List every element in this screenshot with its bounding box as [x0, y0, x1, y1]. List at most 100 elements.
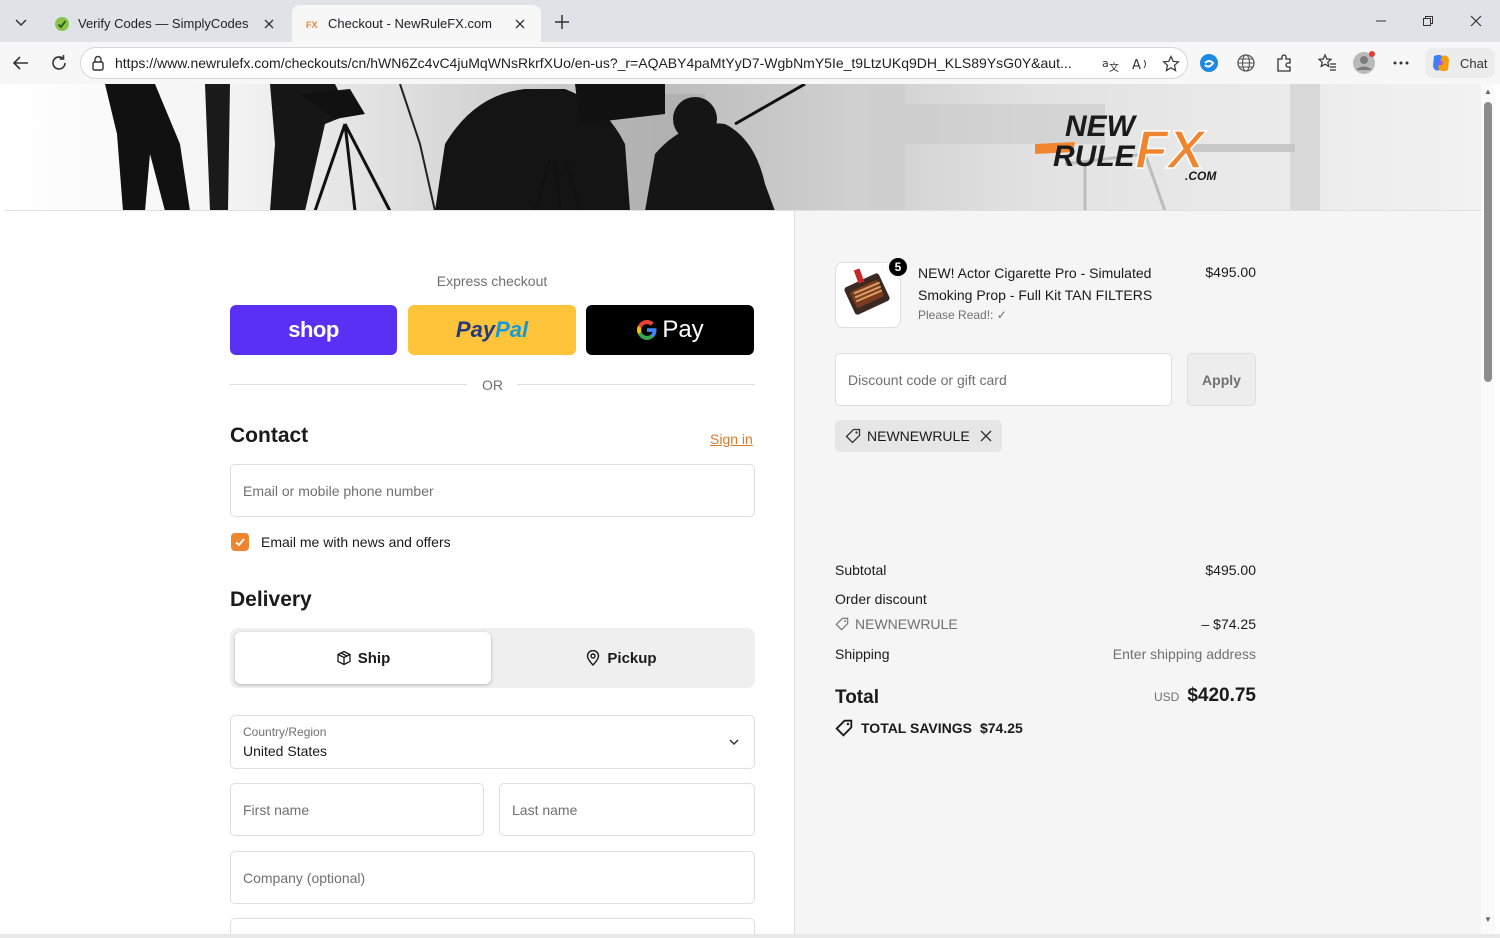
address-bar[interactable]: https://www.newrulefx.com/checkouts/cn/h…: [80, 47, 1188, 79]
last-name-placeholder: Last name: [512, 801, 578, 818]
logo-new: NEW: [1065, 110, 1138, 143]
email-field[interactable]: Email or mobile phone number: [230, 464, 755, 517]
pickup-option[interactable]: Pickup: [493, 632, 749, 684]
scroll-up-icon[interactable]: ▲: [1484, 88, 1492, 96]
discount-code-input[interactable]: Discount code or gift card: [835, 353, 1172, 406]
favorite-star-icon[interactable]: [1161, 54, 1181, 74]
order-discount-label: Order discount: [835, 591, 927, 607]
restore-icon: [1423, 16, 1433, 26]
svg-text:FX: FX: [306, 20, 318, 30]
translate-icon[interactable]: a文: [1101, 54, 1121, 74]
new-tab-button[interactable]: [548, 8, 576, 36]
svg-text:文: 文: [1109, 61, 1119, 73]
chevron-down-icon: [729, 739, 739, 746]
product-thumbnail: 5: [835, 256, 909, 328]
scroll-down-icon[interactable]: ▼: [1484, 916, 1492, 924]
lock-icon[interactable]: [81, 55, 115, 71]
country-select[interactable]: Country/Region United States: [230, 715, 755, 769]
delivery-heading: Delivery: [230, 588, 312, 611]
minimize-button[interactable]: [1358, 0, 1404, 42]
close-tab-icon[interactable]: [511, 15, 529, 33]
shop-pay-button[interactable]: shop: [230, 305, 397, 355]
discount-code-label: NEWNEWRULE: [855, 616, 958, 632]
read-aloud-icon[interactable]: A: [1131, 54, 1151, 74]
google-pay-button[interactable]: Pay: [586, 305, 754, 355]
newsletter-checkbox-row[interactable]: Email me with news and offers: [231, 533, 451, 551]
total-label: Total: [835, 687, 879, 708]
url-text[interactable]: https://www.newrulefx.com/checkouts/cn/h…: [115, 55, 1095, 71]
tab-title: Verify Codes — SimplyCodes: [78, 16, 249, 31]
close-tab-icon[interactable]: [260, 15, 278, 33]
or-divider: OR: [230, 375, 755, 395]
country-label: Country/Region: [243, 725, 327, 739]
last-name-field[interactable]: Last name: [499, 783, 755, 836]
order-discount-row: Order discount: [835, 591, 1256, 607]
refresh-button[interactable]: [45, 49, 73, 77]
apply-label: Apply: [1202, 371, 1241, 388]
logo-com: .COM: [1185, 169, 1217, 183]
or-label: OR: [482, 377, 503, 393]
close-icon: [1470, 15, 1482, 27]
more-menu-icon[interactable]: [1389, 51, 1413, 75]
savings-value: $74.25: [979, 720, 1023, 736]
favorites-icon[interactable]: [1315, 51, 1339, 75]
discount-placeholder: Discount code or gift card: [848, 371, 1007, 388]
discount-value: – $74.25: [1201, 616, 1257, 632]
newrulefx-logo[interactable]: NEW RULE FX .COM: [1035, 108, 1235, 188]
tab-title: Checkout - NewRuleFX.com: [328, 16, 492, 31]
subtotal-value: $495.00: [1205, 562, 1256, 578]
restore-button[interactable]: [1405, 0, 1451, 42]
back-arrow-icon: [12, 56, 28, 70]
sign-in-link[interactable]: Sign in: [710, 431, 753, 447]
google-pay-label: Pay: [662, 316, 704, 343]
profile-avatar-icon[interactable]: [1352, 51, 1376, 75]
checkmark-icon: [235, 538, 245, 547]
address-field[interactable]: [230, 918, 755, 934]
back-button[interactable]: [7, 49, 35, 77]
first-name-placeholder: First name: [243, 801, 310, 818]
email-placeholder: Email or mobile phone number: [243, 482, 434, 499]
google-g-icon: [637, 320, 657, 340]
shipping-row: Shipping Enter shipping address: [835, 646, 1256, 662]
total-savings-row: TOTAL SAVINGS $74.25: [835, 719, 1023, 737]
chevron-down-icon: [15, 19, 27, 27]
paypal-button[interactable]: Pay Pal: [408, 305, 576, 355]
checkout-form: Express checkout shop Pay Pal Pay OR Cont…: [5, 211, 795, 934]
plus-icon: [555, 15, 569, 29]
total-row: Total USD $420.75: [835, 685, 1256, 709]
tag-icon: [845, 428, 861, 444]
tag-icon: [835, 617, 849, 631]
first-name-field[interactable]: First name: [230, 783, 484, 836]
minimize-icon: [1376, 20, 1386, 22]
discount-code-row: NEWNEWRULE – $74.25: [835, 616, 1256, 632]
product-name: NEW! Actor Cigarette Pro - Simulated Smo…: [918, 265, 1153, 303]
copilot-chat-button[interactable]: Chat: [1425, 48, 1495, 78]
newrulefx-favicon-icon: FX: [305, 18, 319, 30]
tab-verify-codes[interactable]: Verify Codes — SimplyCodes: [42, 5, 290, 42]
close-window-button[interactable]: [1453, 0, 1499, 42]
ship-option[interactable]: Ship: [235, 632, 491, 684]
tag-icon: [835, 719, 853, 737]
product-price: $495.00: [1205, 264, 1256, 280]
newsletter-checkbox[interactable]: [231, 533, 249, 551]
paypal-label-pay: Pay: [455, 317, 496, 342]
scrollbar-thumb[interactable]: [1484, 102, 1492, 382]
simplycodes-extension-icon[interactable]: [1197, 51, 1221, 75]
globe-extension-icon[interactable]: [1234, 51, 1258, 75]
svg-text:a: a: [1102, 57, 1109, 70]
window-bottom-edge: [0, 934, 1500, 938]
film-crew-silhouette-image: [105, 84, 1320, 210]
tab-actions-menu[interactable]: [6, 7, 36, 37]
company-placeholder: Company (optional): [243, 869, 366, 886]
company-field[interactable]: Company (optional): [230, 851, 755, 904]
tab-checkout[interactable]: FX Checkout - NewRuleFX.com: [292, 5, 541, 42]
shipping-value: Enter shipping address: [1112, 646, 1256, 662]
remove-discount-icon[interactable]: [980, 430, 992, 442]
quantity-badge: 5: [887, 256, 909, 278]
apply-discount-button[interactable]: Apply: [1187, 353, 1256, 406]
savings-label: TOTAL SAVINGS: [861, 720, 972, 736]
product-variant: Please Read!: ✓: [918, 308, 1007, 322]
extensions-puzzle-icon[interactable]: [1272, 51, 1296, 75]
logo-rule: RULE: [1053, 140, 1136, 173]
page-scrollbar[interactable]: ▲ ▼: [1481, 84, 1495, 934]
